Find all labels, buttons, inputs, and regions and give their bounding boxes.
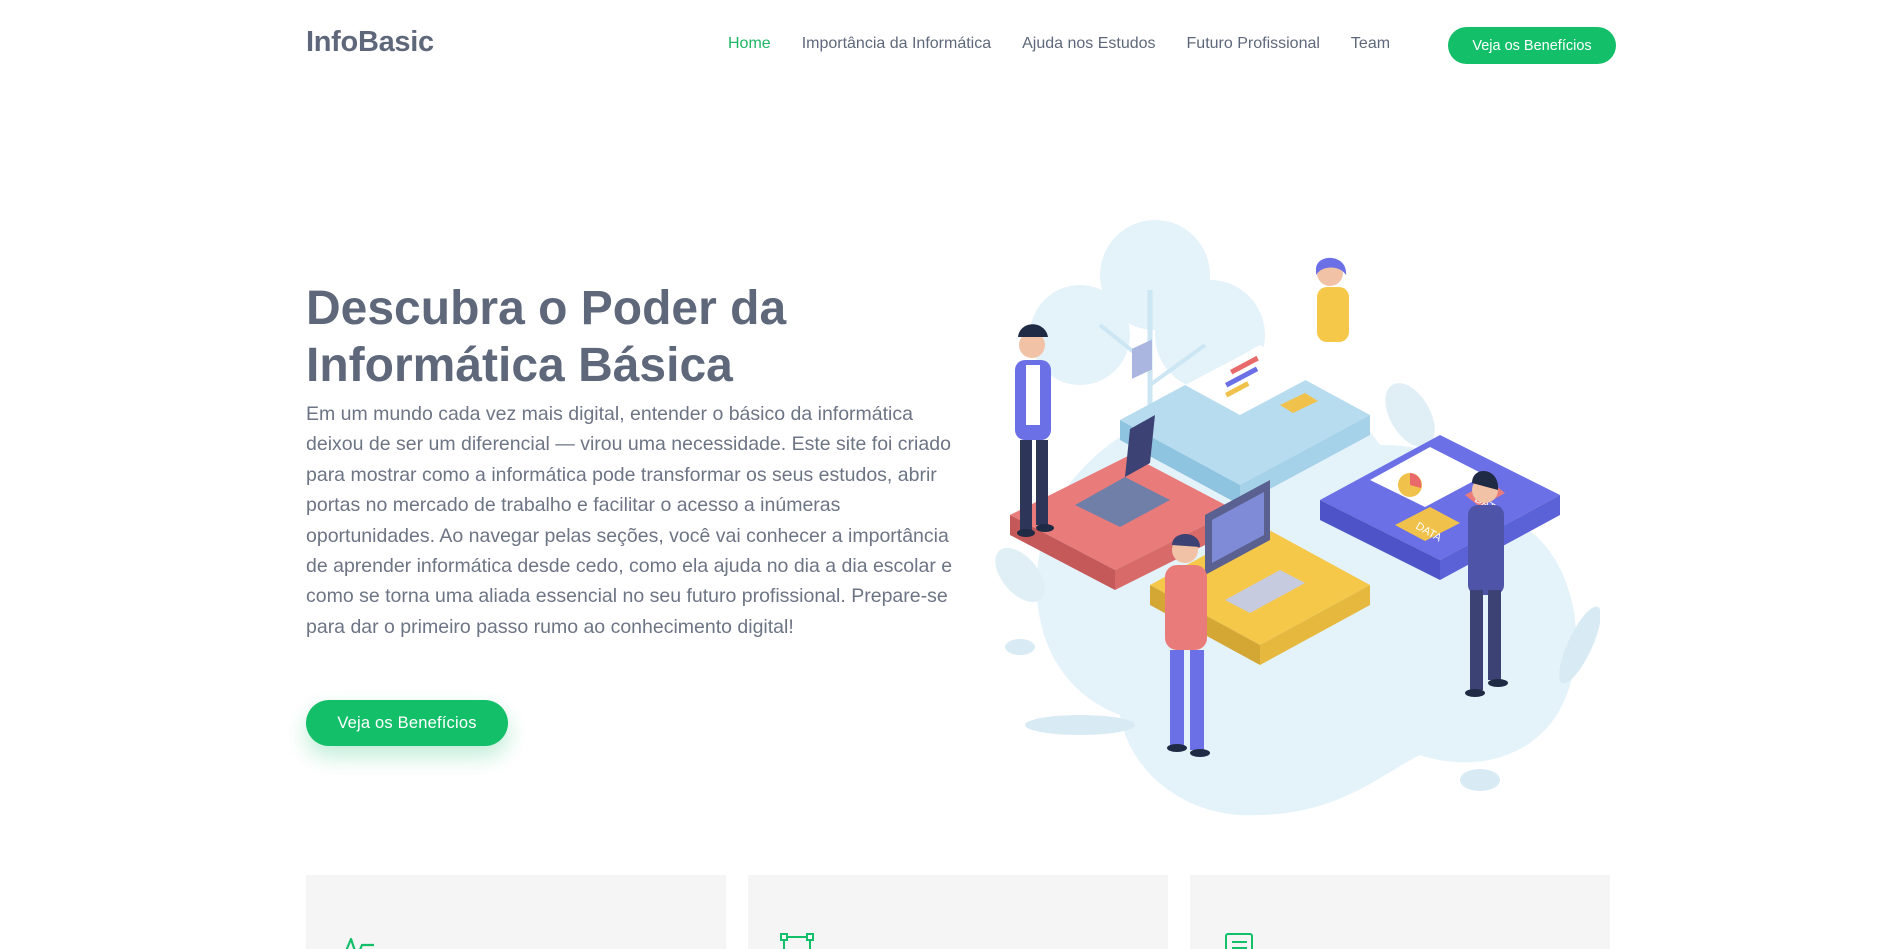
hero-description: Em um mundo cada vez mais digital, enten… — [306, 403, 953, 638]
header-cta-button[interactable]: Veja os Benefícios — [1448, 27, 1616, 64]
site-logo[interactable]: InfoBasic — [306, 26, 434, 59]
nav-item-team[interactable]: Team — [1351, 35, 1390, 53]
team-puzzle-illustration: DATA DATA — [995, 220, 1600, 816]
feature-card-1 — [306, 875, 726, 949]
document-list-icon — [1225, 933, 1253, 949]
nav-item-ajuda-estudos[interactable]: Ajuda nos Estudos — [1022, 35, 1155, 53]
feature-card-2 — [748, 875, 1168, 949]
nav-item-home[interactable]: Home — [728, 35, 771, 53]
nav-item-importancia[interactable]: Importância da Informática — [802, 35, 991, 53]
site-header: InfoBasic Home Importância da Informátic… — [0, 0, 1904, 90]
hero-cta-button[interactable]: Veja os Benefícios — [306, 700, 508, 746]
feature-card-3 — [1190, 875, 1610, 949]
vector-square-icon — [780, 933, 814, 949]
nav-item-futuro-profissional[interactable]: Futuro Profissional — [1187, 35, 1320, 53]
hero-title: Descubra o Poder da Informática Básica — [306, 282, 787, 392]
main-nav: Home Importância da Informática Ajuda no… — [728, 35, 1390, 53]
activity-pulse-icon — [345, 937, 374, 949]
